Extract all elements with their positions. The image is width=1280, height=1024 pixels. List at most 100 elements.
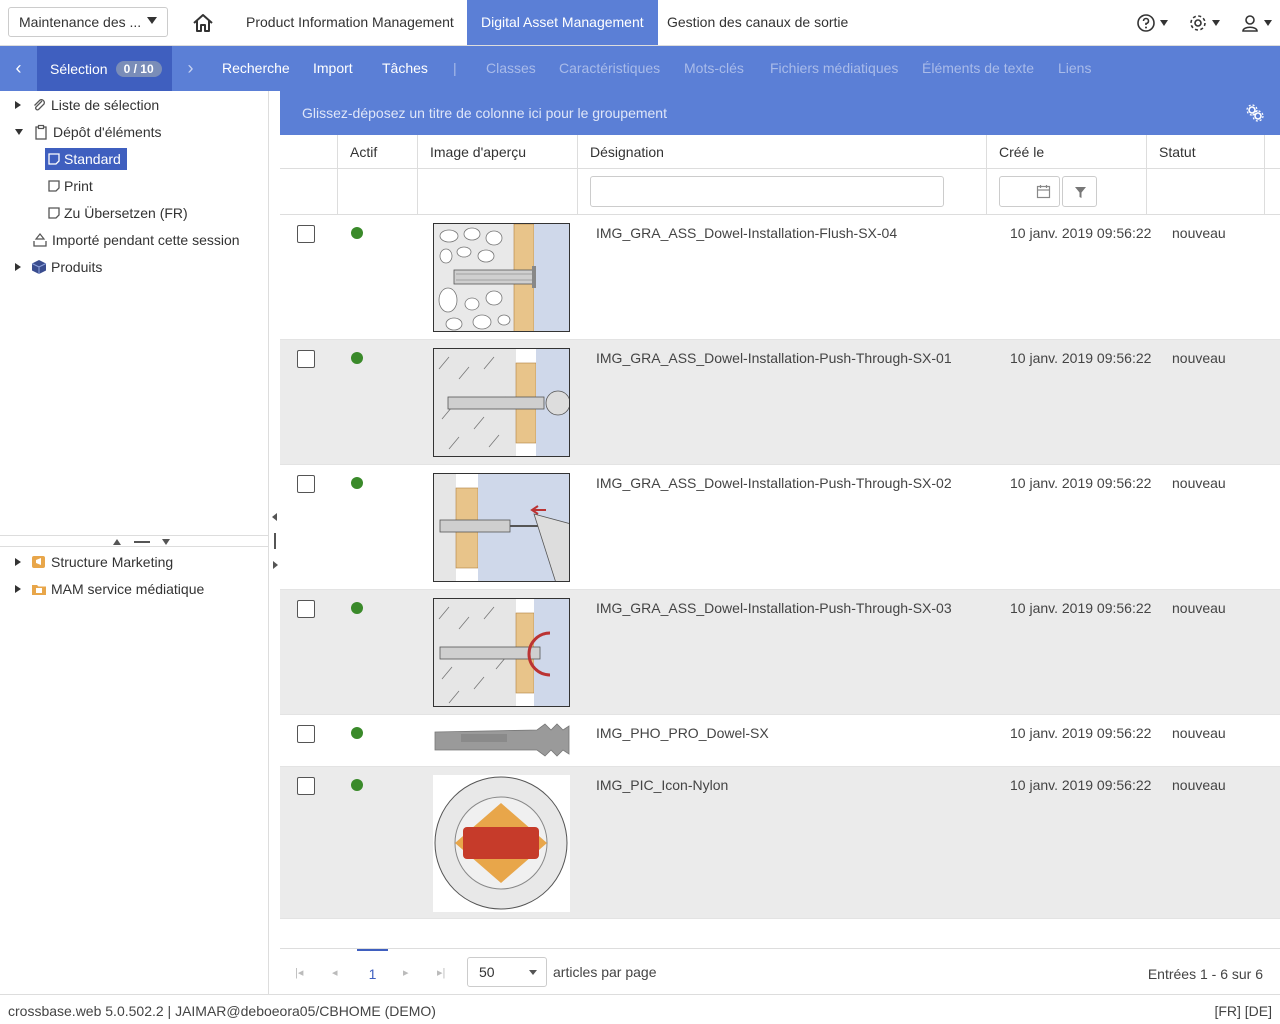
note-icon xyxy=(48,206,60,219)
nav-taches[interactable]: Tâches xyxy=(382,46,428,91)
expand-icon[interactable] xyxy=(15,584,21,593)
nav-liens[interactable]: Liens xyxy=(1058,46,1091,91)
horizontal-splitter[interactable] xyxy=(0,535,268,547)
table-row[interactable]: IMG_PIC_Icon-Nylon 10 janv. 2019 09:56:2… xyxy=(280,767,1280,919)
paperclip-icon xyxy=(34,98,45,110)
expand-icon[interactable] xyxy=(15,557,21,566)
selection-count-badge: 0 / 10 xyxy=(115,60,162,77)
preview-image[interactable] xyxy=(433,348,570,457)
module-nav-bar: ‹ Sélection 0 / 10 › Recherche Import Tâ… xyxy=(0,46,1280,91)
preview-image[interactable] xyxy=(433,775,570,912)
preview-image[interactable] xyxy=(433,473,570,582)
tree-label: Liste de sélection xyxy=(51,96,160,113)
header-cree-le[interactable]: Créé le xyxy=(987,135,1147,168)
table-row[interactable]: IMG_GRA_ASS_Dowel-Installation-Push-Thro… xyxy=(280,465,1280,590)
header-actif[interactable]: Actif xyxy=(338,135,418,168)
row-checkbox[interactable] xyxy=(297,725,315,743)
nav-mots-cles[interactable]: Mots-clés xyxy=(684,46,744,91)
date-filter-input[interactable] xyxy=(999,176,1060,207)
user-menu[interactable] xyxy=(1240,12,1272,34)
tab-dam[interactable]: Digital Asset Management xyxy=(467,0,658,45)
chevron-left-icon[interactable]: ‹ xyxy=(0,46,37,91)
nav-fichiers-mediatiques[interactable]: Fichiers médiatiques xyxy=(770,46,898,91)
chevron-down-icon xyxy=(1160,20,1168,26)
first-page-icon[interactable]: |◂ xyxy=(295,966,303,979)
tree-item-depot-elements[interactable]: Dépôt d'éléments xyxy=(15,118,162,145)
row-checkbox[interactable] xyxy=(297,350,315,368)
tree-label: Print xyxy=(64,177,93,194)
help-menu[interactable] xyxy=(1136,12,1168,34)
tab-output-channels[interactable]: Gestion des canaux de sortie xyxy=(653,0,862,45)
header-statut[interactable]: Statut xyxy=(1147,135,1265,168)
last-page-icon[interactable]: ▸| xyxy=(437,966,445,979)
grid-filter-row xyxy=(280,169,1280,215)
page-1-button[interactable]: 1 xyxy=(357,949,388,995)
app-select[interactable]: Maintenance des ... xyxy=(8,7,168,37)
row-checkbox[interactable] xyxy=(297,600,315,618)
designation-cell: IMG_GRA_ASS_Dowel-Installation-Push-Thro… xyxy=(596,350,952,366)
designation-filter-input[interactable] xyxy=(590,176,944,207)
preview-image[interactable] xyxy=(433,223,570,332)
nav-recherche[interactable]: Recherche xyxy=(222,46,290,91)
pager: |◂ ◂ 1 ▸ ▸| 50 articles par page Entrées… xyxy=(280,948,1280,994)
preview-image[interactable] xyxy=(433,598,570,707)
row-checkbox[interactable] xyxy=(297,777,315,795)
tree-item-mam-service[interactable]: MAM service médiatique xyxy=(15,575,204,602)
status-cell: nouveau xyxy=(1172,475,1226,491)
nav-caracteristiques[interactable]: Caractéristiques xyxy=(559,46,660,91)
created-cell: 10 janv. 2019 09:56:22 xyxy=(1010,225,1152,241)
nav-import[interactable]: Import xyxy=(313,46,353,91)
column-settings-icon[interactable] xyxy=(1246,104,1264,122)
language-switch[interactable]: [FR] [DE] xyxy=(1214,1003,1272,1019)
clipboard-icon xyxy=(35,124,47,140)
filter-button[interactable] xyxy=(1062,176,1097,207)
calendar-icon[interactable] xyxy=(1036,184,1051,199)
expand-icon[interactable] xyxy=(15,262,21,271)
designation-cell: IMG_GRA_ASS_Dowel-Installation-Push-Thro… xyxy=(596,475,952,491)
designation-cell: IMG_PIC_Icon-Nylon xyxy=(596,777,729,793)
prev-page-icon[interactable]: ◂ xyxy=(332,966,338,979)
tree-item-produits[interactable]: Produits xyxy=(15,253,102,280)
header-image[interactable]: Image d'aperçu xyxy=(418,135,578,168)
tree-item-importe-session[interactable]: Importé pendant cette session xyxy=(32,226,240,253)
nav-classes[interactable]: Classes xyxy=(486,46,536,91)
tree-item-print[interactable]: Print xyxy=(47,172,93,199)
table-row[interactable]: IMG_PHO_PRO_Dowel-SX 10 janv. 2019 09:56… xyxy=(280,715,1280,767)
active-status-dot xyxy=(351,477,363,489)
status-cell: nouveau xyxy=(1172,350,1226,366)
top-bar: Maintenance des ... Product Information … xyxy=(0,0,1280,46)
settings-menu[interactable] xyxy=(1188,12,1220,34)
nav-elements-texte[interactable]: Éléments de texte xyxy=(922,46,1034,91)
home-icon[interactable] xyxy=(190,10,216,36)
page-size-value: 50 xyxy=(479,964,495,980)
table-row[interactable]: IMG_GRA_ASS_Dowel-Installation-Push-Thro… xyxy=(280,590,1280,715)
group-drop-area[interactable]: Glissez-déposez un titre de colonne ici … xyxy=(280,91,1280,135)
expand-icon[interactable] xyxy=(15,100,21,109)
header-select xyxy=(280,135,338,168)
status-cell: nouveau xyxy=(1172,725,1226,741)
row-checkbox[interactable] xyxy=(297,225,315,243)
preview-image[interactable] xyxy=(433,722,570,758)
group-hint: Glissez-déposez un titre de colonne ici … xyxy=(302,105,667,121)
next-page-icon[interactable]: ▸ xyxy=(403,966,409,979)
table-row[interactable]: IMG_GRA_ASS_Dowel-Installation-Push-Thro… xyxy=(280,340,1280,465)
table-row[interactable]: IMG_GRA_ASS_Dowel-Installation-Flush-SX-… xyxy=(280,215,1280,340)
created-cell: 10 janv. 2019 09:56:22 xyxy=(1010,600,1152,616)
status-cell: nouveau xyxy=(1172,225,1226,241)
row-checkbox[interactable] xyxy=(297,475,315,493)
tree-item-structure-marketing[interactable]: Structure Marketing xyxy=(15,548,173,575)
tree-item-liste-selection[interactable]: Liste de sélection xyxy=(15,91,159,118)
tree-label: Importé pendant cette session xyxy=(52,231,240,248)
header-designation[interactable]: Désignation xyxy=(578,135,987,168)
filter-cell xyxy=(578,169,987,214)
nav-separator: | xyxy=(453,60,457,76)
collapse-icon[interactable] xyxy=(15,128,23,135)
tree-item-zu-ubersetzen[interactable]: Zu Übersetzen (FR) xyxy=(47,199,188,226)
tab-pim[interactable]: Product Information Management xyxy=(232,0,468,45)
vertical-splitter[interactable] xyxy=(268,91,280,994)
page-size-select[interactable]: 50 xyxy=(467,957,547,987)
tree-item-standard[interactable]: Standard xyxy=(45,145,127,172)
chevron-right-icon[interactable]: › xyxy=(172,46,209,91)
tree-label: Produits xyxy=(51,258,103,275)
selection-button[interactable]: Sélection 0 / 10 xyxy=(37,46,172,91)
